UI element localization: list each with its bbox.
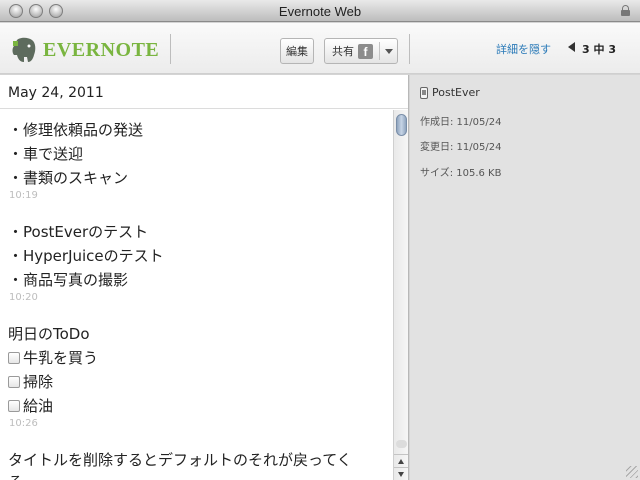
logo-text: EVERNOTE	[43, 38, 160, 61]
toolbar-divider	[170, 34, 171, 64]
todo-label: 掃除	[23, 373, 54, 391]
todo-label: 牛乳を買う	[23, 349, 99, 367]
modified-date: 変更日: 11/05/24	[420, 142, 502, 153]
note-date: May 24, 2011	[8, 85, 104, 101]
share-button[interactable]: 共有 f	[324, 38, 398, 64]
note-line: ・商品写真の撮影	[8, 271, 129, 289]
source-label: PostEver	[432, 86, 480, 99]
note-line: ・修理依頼品の発送	[8, 121, 144, 139]
todo-checkbox[interactable]	[8, 352, 20, 364]
arrow-down-icon	[398, 472, 404, 477]
note-line: ・書類のスキャン	[8, 169, 129, 187]
scroll-down-button[interactable]	[394, 467, 408, 480]
mobile-phone-icon	[420, 86, 428, 99]
toolbar: EVERNOTE 編集 共有 f 詳細を隠す 3 中 3	[0, 23, 640, 74]
todo-item: 給油	[8, 395, 53, 416]
scroll-thumb[interactable]	[396, 114, 407, 136]
note-header: May 24, 2011	[0, 75, 408, 109]
note-line: ・車で送迎	[8, 145, 84, 163]
todo-item: 掃除	[8, 371, 53, 392]
scroll-track-end	[396, 440, 407, 448]
todo-item: 牛乳を買う	[8, 347, 98, 368]
title-bar: Evernote Web	[0, 0, 640, 22]
scroll-up-button[interactable]	[394, 454, 408, 467]
timestamp: 10:19	[9, 190, 38, 201]
chevron-down-icon[interactable]	[385, 49, 393, 54]
triangle-left-icon[interactable]	[568, 42, 575, 52]
window-title: Evernote Web	[278, 4, 362, 19]
arrow-up-icon	[398, 459, 404, 464]
pager-indicator: 3 中 3	[582, 43, 616, 56]
vertical-scrollbar[interactable]	[393, 110, 408, 480]
share-divider	[379, 42, 380, 60]
note-line: る	[8, 471, 23, 480]
facebook-icon[interactable]: f	[358, 44, 373, 59]
todo-heading: 明日のToDo	[8, 325, 90, 343]
created-date: 作成日: 11/05/24	[420, 117, 502, 128]
note-body[interactable]: ・修理依頼品の発送 ・車で送迎 ・書類のスキャン 10:19 ・PostEver…	[0, 110, 393, 480]
hide-details-link[interactable]: 詳細を隠す	[496, 41, 551, 57]
note-line: ・PostEverのテスト	[8, 223, 149, 241]
evernote-logo: EVERNOTE	[9, 35, 159, 65]
timestamp: 10:26	[9, 418, 38, 429]
note-line: タイトルを削除するとデフォルトのそれが戻ってく	[8, 451, 352, 469]
lock-icon	[621, 5, 630, 16]
timestamp: 10:20	[9, 292, 38, 303]
note-size: サイズ: 105.6 KB	[420, 168, 502, 179]
note-source: PostEver	[420, 86, 480, 99]
edit-button[interactable]: 編集	[280, 38, 314, 64]
note-pane: May 24, 2011 ・修理依頼品の発送 ・車で送迎 ・書類のスキャン 10…	[0, 75, 409, 480]
note-info-pane: PostEver 作成日: 11/05/24 変更日: 11/05/24 サイズ…	[410, 75, 640, 480]
todo-label: 給油	[23, 397, 54, 415]
toolbar-divider	[409, 34, 410, 64]
share-label: 共有	[332, 45, 354, 58]
resize-grip-icon[interactable]	[626, 466, 638, 478]
todo-checkbox[interactable]	[8, 400, 20, 412]
todo-checkbox[interactable]	[8, 376, 20, 388]
evernote-elephant-icon	[12, 37, 36, 62]
note-line: ・HyperJuiceのテスト	[8, 247, 164, 265]
